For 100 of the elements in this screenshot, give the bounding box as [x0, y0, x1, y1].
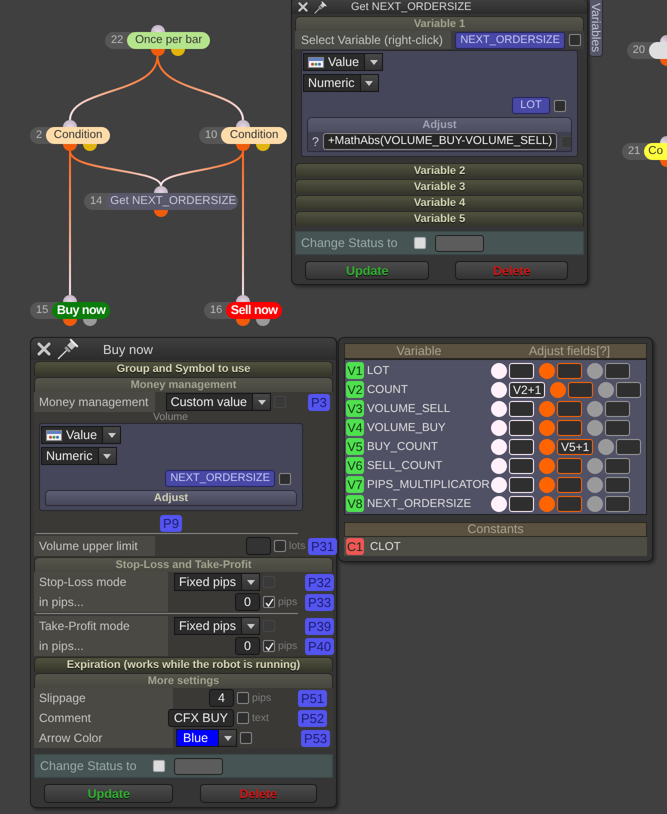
adjust-input-field[interactable]	[605, 458, 630, 474]
section-header[interactable]: Variable 2	[295, 163, 584, 178]
output-port-icon[interactable]	[63, 144, 77, 151]
checkbox[interactable]	[153, 760, 165, 772]
variable-id-tag: V2	[346, 381, 364, 398]
input-port-icon[interactable]	[63, 120, 77, 127]
adjust-input-field[interactable]	[605, 420, 630, 436]
output-port-icon[interactable]	[236, 319, 250, 326]
checkbox[interactable]	[237, 712, 249, 724]
output-port-icon[interactable]	[660, 59, 667, 66]
adjust-input-field[interactable]	[568, 382, 594, 398]
output-port-icon[interactable]	[83, 319, 97, 326]
type-dropdown[interactable]: Numeric	[303, 74, 379, 92]
output-port-icon[interactable]	[154, 210, 168, 217]
checkbox[interactable]	[414, 237, 426, 249]
adjust-input-field[interactable]	[605, 476, 630, 492]
variable-id-tag: V1	[346, 362, 364, 379]
adjust-input-field[interactable]	[557, 420, 582, 436]
input-port-icon[interactable]	[150, 25, 164, 32]
input-port-icon[interactable]	[236, 120, 250, 127]
flow-node[interactable]: Condition	[46, 127, 110, 144]
unit-label: lots	[289, 540, 305, 552]
adjust-input-field[interactable]	[605, 362, 630, 378]
adjust-input-field[interactable]	[557, 496, 582, 512]
checkbox[interactable]	[279, 472, 291, 484]
status-input-field[interactable]	[174, 758, 223, 774]
update-button[interactable]: Update	[44, 784, 174, 803]
flow-node[interactable]: Buy now	[52, 302, 110, 319]
output-port-icon[interactable]	[83, 144, 97, 151]
side-tab[interactable]: Variables	[589, 0, 603, 57]
checkbox[interactable]	[569, 34, 581, 46]
variable-id-tag: V6	[346, 457, 364, 474]
source-dropdown[interactable]: Value	[303, 53, 384, 71]
checkbox[interactable]	[263, 640, 275, 652]
output-port-icon[interactable]	[170, 49, 184, 56]
adjust-input-field[interactable]: V5+1	[557, 438, 594, 454]
checkbox[interactable]	[554, 100, 566, 112]
mode-dropdown[interactable]: Fixed pips	[174, 617, 260, 635]
variable-name: LOT	[367, 364, 390, 376]
color-dropdown[interactable]: Blue	[176, 729, 238, 747]
mode-dropdown[interactable]: Custom value	[166, 393, 271, 411]
input-port-icon[interactable]	[660, 136, 667, 143]
flow-node[interactable]: Once per bar	[127, 32, 210, 49]
output-port-icon[interactable]	[236, 144, 250, 151]
adjust-input-field[interactable]	[557, 476, 582, 492]
value-input-field[interactable]: 0	[235, 637, 260, 655]
update-button[interactable]: Update	[305, 261, 430, 280]
close-icon[interactable]	[298, 2, 308, 12]
checkbox[interactable]	[240, 732, 252, 744]
parameter-id-tag: P9	[160, 515, 182, 532]
value-input-field[interactable]: 4	[209, 689, 234, 707]
input-port-icon[interactable]	[63, 295, 77, 302]
close-icon[interactable]	[37, 342, 51, 356]
flow-node[interactable]: Sell now	[226, 302, 282, 319]
flow-node[interactable]: Co	[644, 143, 667, 160]
output-port-icon[interactable]	[63, 319, 77, 326]
status-input-field[interactable]	[435, 234, 484, 252]
value-input-field[interactable]: 0	[235, 593, 260, 611]
checkbox[interactable]	[274, 540, 286, 552]
adjust-input-field[interactable]	[557, 458, 582, 474]
adjust-input-field[interactable]	[557, 400, 582, 416]
adjust-input-field[interactable]	[616, 382, 642, 398]
help-text[interactable]: ?	[312, 134, 319, 148]
adjust-input-field[interactable]	[605, 400, 630, 416]
adjust-input-field[interactable]: V2+1	[509, 382, 546, 398]
adjust-section-header[interactable]: Adjust	[46, 491, 296, 505]
source-dropdown[interactable]: Value	[41, 426, 122, 444]
variable-chip[interactable]: LOT	[512, 97, 550, 114]
output-port-icon[interactable]	[256, 144, 270, 151]
formula-input-field[interactable]: +MathAbs(VOLUME_BUY-VOLUME_SELL)	[322, 133, 558, 150]
section-header[interactable]: Variable 3	[295, 179, 584, 194]
output-port-icon[interactable]	[256, 319, 270, 326]
checkbox[interactable]	[263, 596, 275, 608]
input-port-icon[interactable]	[154, 186, 168, 193]
value-input-field[interactable]	[246, 537, 271, 555]
input-port-icon[interactable]	[236, 295, 250, 302]
adjust-input-field[interactable]	[616, 438, 642, 454]
section-header[interactable]: Expiration (works while the robot is running)	[34, 657, 333, 672]
section-header[interactable]: Group and Symbol to use	[34, 361, 333, 376]
type-dropdown[interactable]: Numeric	[41, 447, 117, 465]
variable-chip[interactable]: NEXT_ORDERSIZE	[455, 32, 565, 48]
pin-icon[interactable]	[57, 338, 79, 360]
adjust-input-field[interactable]	[605, 496, 630, 512]
value-input-field[interactable]: CFX BUY	[168, 709, 234, 727]
variable-chip[interactable]: NEXT_ORDERSIZE	[165, 470, 275, 487]
mode-dropdown[interactable]: Fixed pips	[174, 573, 260, 591]
field-label: Take-Profit mode	[34, 616, 168, 636]
output-port-icon[interactable]	[150, 49, 164, 56]
checkbox[interactable]	[237, 692, 249, 704]
field-label: in pips...	[34, 636, 168, 656]
input-port-icon[interactable]	[660, 35, 667, 42]
adjust-input-field[interactable]	[557, 362, 582, 378]
flow-node[interactable]: Condition	[221, 127, 287, 144]
output-port-icon[interactable]	[660, 160, 667, 167]
section-header[interactable]: Variable 4	[295, 195, 584, 210]
section-header[interactable]: Variable 5	[295, 211, 584, 226]
flow-node[interactable]	[649, 42, 667, 59]
pin-icon[interactable]	[314, 0, 327, 14]
flow-node[interactable]: Get NEXT_ORDERSIZE	[106, 193, 238, 210]
status-label: Change Status to	[40, 759, 138, 773]
